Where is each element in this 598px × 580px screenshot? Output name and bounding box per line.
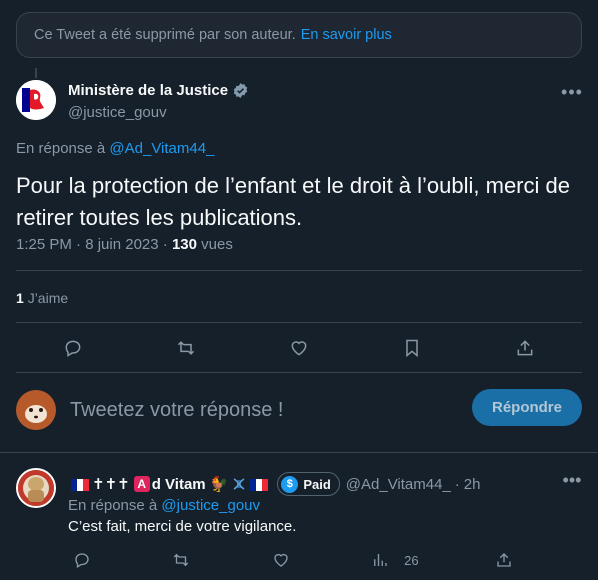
divider [0, 452, 598, 453]
deleted-banner-text: Ce Tweet a été supprimé par son auteur. [34, 27, 296, 43]
likes-count: 1 [16, 290, 24, 306]
compose-reply-input[interactable] [70, 394, 460, 426]
like-heart-icon[interactable] [285, 334, 313, 362]
avatar[interactable] [16, 80, 56, 120]
user-avatar[interactable] [16, 390, 56, 430]
rooster-emoji: 🐓 [209, 476, 229, 493]
reply-icon[interactable] [59, 334, 87, 362]
likes-label: J’aime [27, 290, 69, 306]
reply-prefix: En réponse à [16, 140, 106, 157]
reply-name-text: d Vitam [151, 475, 206, 493]
reply-context: En réponse à @Ad_Vitam44_ [16, 140, 214, 157]
tweet-date[interactable]: 8 juin 2023 [85, 236, 158, 253]
paid-badge[interactable]: $ Paid [277, 472, 340, 496]
dna-icon [231, 476, 247, 492]
views-label: vues [201, 236, 233, 253]
author-name[interactable]: Ministère de la Justice [68, 82, 249, 99]
thread-line [35, 68, 37, 78]
reply-to-handle-link[interactable]: @justice_gouv [161, 497, 260, 514]
author-name-text: Ministère de la Justice [68, 82, 229, 99]
deleted-tweet-banner: Ce Tweet a été supprimé par son auteur. … [16, 12, 582, 58]
verified-badge-icon [233, 83, 248, 98]
reply-submit-button[interactable]: Répondre [472, 389, 582, 426]
reply-to-handle-link[interactable]: @Ad_Vitam44_ [109, 140, 214, 157]
paid-label: Paid [303, 476, 331, 492]
share-icon[interactable] [490, 546, 518, 574]
tweet-text: Pour la protection de l’enfant et le dro… [16, 173, 570, 230]
learn-more-link[interactable]: En savoir plus [301, 27, 392, 43]
author-handle[interactable]: @justice_gouv [68, 104, 167, 121]
divider [16, 270, 582, 271]
reply-actions: 26 [68, 550, 518, 570]
dollar-coin-icon: $ [281, 475, 299, 493]
profile-portrait-icon [18, 470, 54, 506]
tweet-meta: 1:25 PM · 8 juin 2023 · 130 vues [16, 236, 233, 253]
marianne-logo-icon [16, 80, 56, 120]
more-options-icon[interactable]: ••• [560, 468, 584, 492]
reply-name-crosses: ✝✝✝ [92, 476, 130, 493]
reply-author-handle[interactable]: @Ad_Vitam44_ [346, 476, 451, 493]
reply-time[interactable]: 2h [464, 476, 481, 493]
divider [16, 322, 582, 323]
red-a-badge: A [133, 476, 150, 492]
reply-prefix: En réponse à [68, 497, 158, 514]
reply-author-name[interactable]: ✝✝✝ A d Vitam 🐓 [68, 475, 271, 493]
red-panda-avatar-icon [16, 390, 56, 430]
share-icon[interactable] [511, 334, 539, 362]
bookmark-icon[interactable] [398, 334, 426, 362]
reply-avatar[interactable] [16, 468, 56, 508]
views-count: 130 [171, 236, 197, 253]
reply-header: ✝✝✝ A d Vitam 🐓 $ Paid @Ad_Vitam44_ · 2h [68, 472, 480, 496]
retweet-icon[interactable] [167, 546, 195, 574]
divider [16, 372, 582, 373]
views-chart-icon [366, 546, 394, 574]
retweet-icon[interactable] [172, 334, 200, 362]
more-options-icon[interactable]: ••• [560, 80, 584, 104]
reply-views-count: 26 [404, 552, 419, 568]
france-flag-icon [71, 478, 89, 491]
reply-context: En réponse à @justice_gouv [68, 497, 260, 514]
reply-text: C’est fait, merci de votre vigilance. [68, 518, 297, 535]
like-heart-icon[interactable] [267, 546, 295, 574]
tweet-actions [16, 334, 582, 362]
reply-icon[interactable] [68, 546, 96, 574]
views-stat[interactable]: 26 [366, 546, 419, 574]
likes-stat[interactable]: 1 J’aime [16, 290, 68, 306]
tweet-time[interactable]: 1:25 PM [16, 236, 72, 253]
france-flag-icon [250, 478, 269, 491]
